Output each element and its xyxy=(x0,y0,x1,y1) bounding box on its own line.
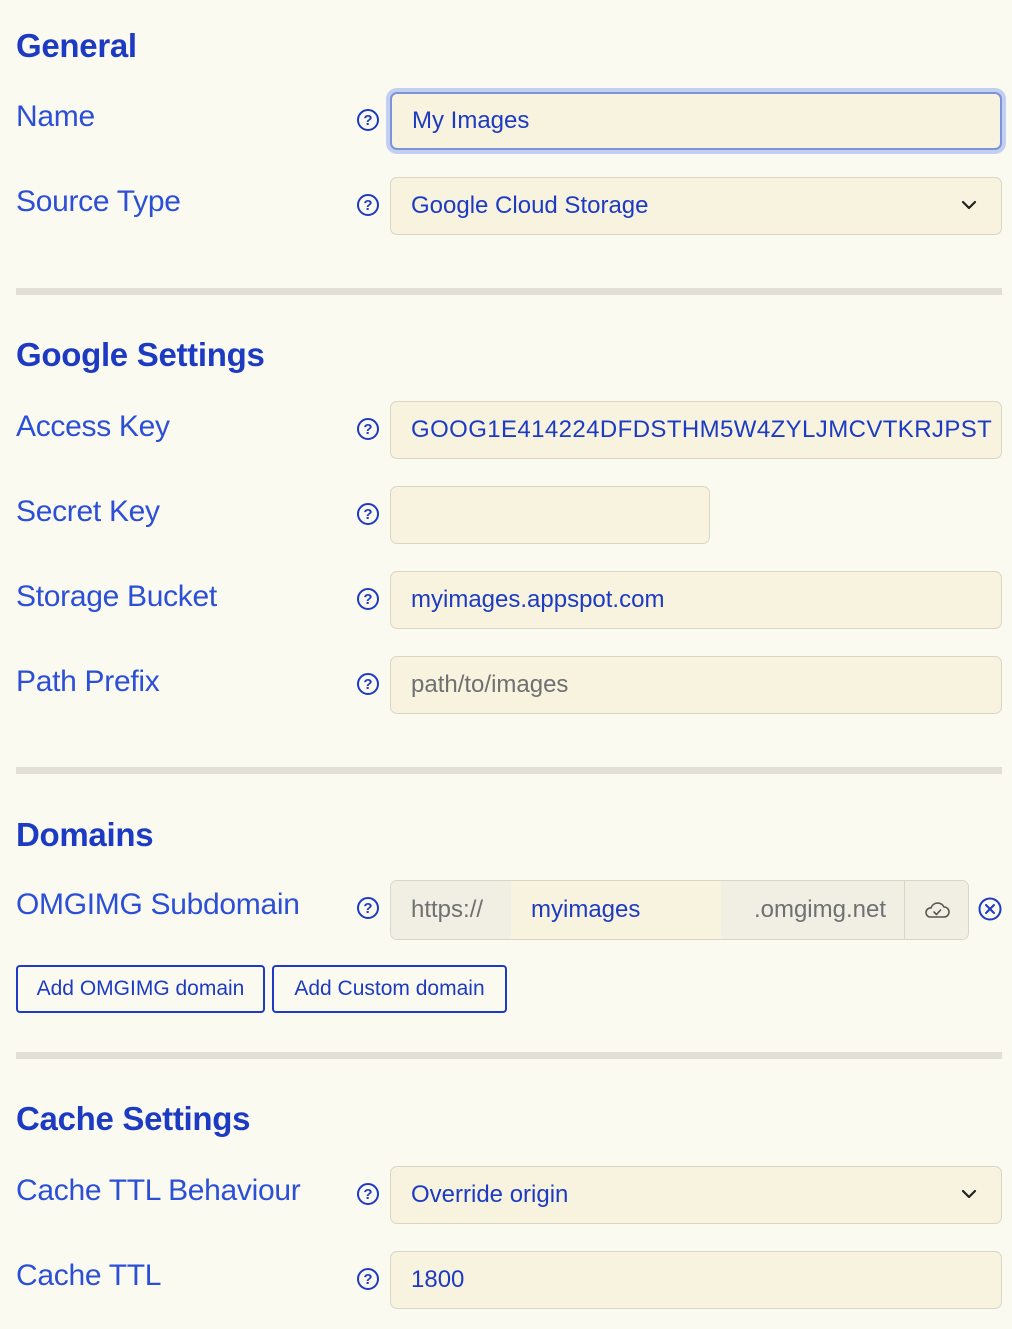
secret-key-label: Secret Key xyxy=(16,495,160,528)
verify-subdomain-button[interactable] xyxy=(904,881,968,939)
cache-ttl-behaviour-label: Cache TTL Behaviour xyxy=(16,1174,301,1207)
general-section-title: General xyxy=(16,27,137,64)
storage-bucket-value: myimages.appspot.com xyxy=(411,586,665,613)
omgimg-subdomain-label: OMGIMG Subdomain xyxy=(16,888,300,921)
add-custom-domain-button[interactable]: Add Custom domain xyxy=(272,965,507,1013)
source-type-select[interactable]: Google Cloud Storage xyxy=(390,177,1002,235)
omgimg-subdomain-help-icon[interactable]: ? xyxy=(357,897,379,919)
section-divider xyxy=(16,1052,1002,1059)
path-prefix-label: Path Prefix xyxy=(16,665,160,698)
chevron-down-icon xyxy=(961,200,977,210)
close-circle-icon[interactable] xyxy=(978,897,1002,921)
path-prefix-placeholder: path/to/images xyxy=(411,671,569,698)
domains-section-title: Domains xyxy=(16,816,154,853)
path-prefix-help-icon[interactable]: ? xyxy=(357,673,379,695)
secret-key-help-icon[interactable]: ? xyxy=(357,503,379,525)
cloud-icon xyxy=(924,902,950,918)
source-type-value: Google Cloud Storage xyxy=(411,192,649,219)
name-input-value: My Images xyxy=(412,107,530,134)
storage-bucket-help-icon[interactable]: ? xyxy=(357,588,379,610)
cache-ttl-value: 1800 xyxy=(411,1266,465,1293)
source-type-help-icon[interactable]: ? xyxy=(357,194,379,216)
storage-bucket-label: Storage Bucket xyxy=(16,580,217,613)
cache-ttl-help-icon[interactable]: ? xyxy=(357,1268,379,1290)
subdomain-suffix: .omgimg.net xyxy=(721,881,904,939)
access-key-label: Access Key xyxy=(16,410,170,443)
storage-bucket-input[interactable]: myimages.appspot.com xyxy=(390,571,1002,629)
source-type-label: Source Type xyxy=(16,185,181,218)
omgimg-subdomain-input-group: https:// myimages .omgimg.net xyxy=(390,880,969,940)
cache-ttl-behaviour-help-icon[interactable]: ? xyxy=(357,1183,379,1205)
cache-ttl-label: Cache TTL xyxy=(16,1259,162,1292)
name-label: Name xyxy=(16,100,95,133)
access-key-value: GOOG1E414224DFDSTHM5W4ZYLJMCVTKRJPST xyxy=(411,416,993,443)
name-input[interactable]: My Images xyxy=(390,92,1002,150)
add-omgimg-domain-button[interactable]: Add OMGIMG domain xyxy=(16,965,265,1013)
google-settings-section-title: Google Settings xyxy=(16,336,265,373)
access-key-input[interactable]: GOOG1E414224DFDSTHM5W4ZYLJMCVTKRJPST xyxy=(390,401,1002,459)
access-key-help-icon[interactable]: ? xyxy=(357,418,379,440)
name-help-icon[interactable]: ? xyxy=(357,109,379,131)
cache-ttl-input[interactable]: 1800 xyxy=(390,1251,1002,1309)
cache-ttl-behaviour-value: Override origin xyxy=(411,1181,569,1208)
section-divider xyxy=(16,767,1002,774)
section-divider xyxy=(16,288,1002,295)
cache-ttl-behaviour-select[interactable]: Override origin xyxy=(390,1166,1002,1224)
cache-settings-section-title: Cache Settings xyxy=(16,1100,251,1137)
subdomain-input[interactable]: myimages xyxy=(511,881,721,939)
secret-key-input[interactable] xyxy=(390,486,710,544)
subdomain-value: myimages xyxy=(531,896,641,923)
path-prefix-input[interactable]: path/to/images xyxy=(390,656,1002,714)
chevron-down-icon xyxy=(961,1189,977,1199)
subdomain-prefix: https:// xyxy=(391,881,511,939)
